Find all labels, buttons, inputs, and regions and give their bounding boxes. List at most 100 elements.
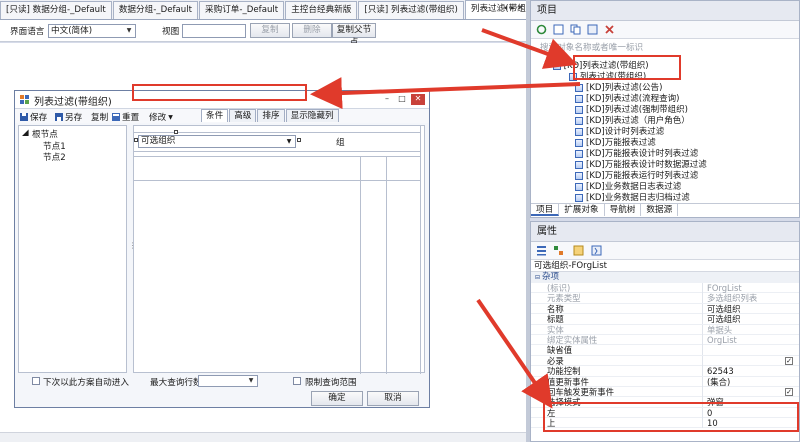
save-button[interactable]: 保存 [20,111,47,123]
properties-toolbar [531,242,799,260]
prop-name: 元素类型 [547,293,703,304]
reset-button[interactable]: 重置 [112,111,139,123]
new-item-icon[interactable] [553,24,564,35]
grid-line [134,180,420,181]
maximize-icon[interactable]: □ [396,94,408,105]
doc-tab[interactable]: [只读] 列表过滤(带组织) [358,1,464,19]
tab-extension-objects[interactable]: 扩展对象 [559,204,605,216]
surface-horizontal-scrollbar[interactable] [0,432,526,442]
tree-item-label: [KD]万能报表设计时列表过滤 [586,149,699,159]
prop-row[interactable]: 绑定实体属性 OrgList [531,334,799,346]
tree-item[interactable]: [KD]业务数据日志表过滤 [575,182,681,192]
language-label: 界面语言 [10,27,45,37]
prop-row[interactable]: 功能控制 62543 [531,366,799,377]
categorized-icon[interactable] [536,245,547,256]
prop-row[interactable]: 名称 可选组织 [531,303,799,315]
tree-item[interactable]: [KD]万能报表运行时列表过滤 [575,171,698,181]
prop-row[interactable]: 缺省值 [531,345,799,356]
property-pages-icon[interactable] [573,245,584,256]
max-rows-select[interactable]: ▼ [198,375,258,387]
events-icon[interactable] [591,245,602,256]
required-checkbox[interactable]: ✓ [785,356,793,365]
minimize-icon[interactable]: – [381,94,393,105]
resize-handle[interactable] [134,138,138,142]
tree-item[interactable]: [KD]万能报表设计时数据源过滤 [575,160,707,170]
tree-item[interactable]: [KD]列表过滤(强制带组织) [575,105,688,115]
form-icon [575,106,583,114]
enter-trigger-checkbox[interactable]: ✓ [785,387,793,396]
org-list-combo[interactable]: 可选组织 ▼ [138,135,296,148]
doc-tab[interactable]: 采购订单-_Default [199,1,285,19]
tree-root-node[interactable]: 根节点 [32,128,58,140]
tab-data-source[interactable]: 数据源 [641,204,679,216]
view-input[interactable] [182,24,246,38]
tab-conditions[interactable]: 条件 [201,109,229,122]
tree-item[interactable]: [KD]设计时列表过滤 [575,127,664,137]
prop-row[interactable]: 实体 单据头 [531,324,799,335]
language-select[interactable]: 中文(简体) ▼ [48,24,136,38]
doc-tab[interactable]: 数据分组-_Default [112,1,198,19]
auto-enter-label: 下次以此方案自动进入 [43,378,129,388]
tree-expand-icon[interactable]: ◢ [22,128,29,138]
prop-row[interactable]: 值更新事件 (集合) [531,376,799,387]
tree-item[interactable]: [KD]万能报表过滤 [575,138,656,148]
tree-node[interactable]: 节点2 [43,151,66,163]
prop-value: 多选组织列表 [707,293,758,304]
copy-button[interactable]: 复制 [250,23,290,38]
prop-value: FOrgList [707,283,742,293]
tab-scroll-left-icon[interactable]: ◂ [503,3,507,12]
refresh-icon[interactable] [536,24,547,35]
tab-items[interactable]: 项目 [531,204,560,216]
delete-icon[interactable] [604,24,615,35]
prop-value: (集合) [707,376,731,387]
prop-row[interactable]: (标识) FOrgList [531,283,799,294]
prop-name: (标识) [547,283,703,293]
org-combo-side-label: 组 [336,138,345,148]
auto-enter-checkbox[interactable] [32,377,40,385]
ok-button[interactable]: 确定 [311,391,363,406]
copy-parent-node-button[interactable]: 复制父节点 [332,23,376,48]
tab-close-icon[interactable]: ✕ [517,3,524,12]
limit-scope-checkbox[interactable] [293,377,301,385]
selected-element-path: 可选组织-FOrgList [531,260,799,272]
tree-collapse-icon[interactable]: ◢ [545,61,550,71]
tab-navigation-tree[interactable]: 导航树 [605,204,642,216]
tab-scroll-right-icon[interactable]: ▸ [510,3,514,12]
prop-row[interactable]: 必录 ✓ [531,355,799,367]
form-toolbar: 保存 另存 复制 重置 修改 ▼ 条件 高级 排序 显示隐藏列 [15,109,429,123]
close-icon[interactable]: ✕ [411,94,425,105]
tree-item-label: [KD]设计时列表过滤 [586,127,665,137]
tab-controls: ◂ ▸ ✕ [503,3,524,12]
tree-item[interactable]: [KD]万能报表设计时列表过滤 [575,149,698,159]
save-label: 保存 [30,113,48,123]
tree-item[interactable]: [KD]列表过滤(公告) [575,83,662,93]
prop-row[interactable]: 元素类型 多选组织列表 [531,293,799,304]
doc-tab[interactable]: [只读] 数据分组-_Default [0,1,112,19]
grid-line [134,151,420,152]
items-panel-tabs: 项目 扩展对象 导航树 数据源 [531,203,799,216]
properties-icon[interactable] [587,24,598,35]
delete-button[interactable]: 删除 [292,23,332,38]
tab-advanced[interactable]: 高级 [229,109,257,122]
cancel-button[interactable]: 取消 [367,391,419,406]
tab-sort[interactable]: 排序 [257,109,285,122]
save-as-button[interactable]: 另存 [55,111,82,123]
prop-row[interactable]: 回车触发更新事件 ✓ [531,386,799,398]
tree-item[interactable]: [KD]列表过滤（用户角色） [575,116,690,126]
modify-dropdown[interactable]: 修改 ▼ [149,111,173,123]
form-icon [552,62,561,70]
prop-value: 可选组织 [707,314,741,325]
form-icon [575,117,583,125]
prop-row[interactable]: 标题 可选组织 [531,314,799,325]
tree-item[interactable]: [KD]业务数据日志归档过滤 [575,193,690,203]
language-value: 中文(简体) [51,26,93,36]
resize-handle[interactable] [174,130,178,134]
copy-tool-button[interactable]: 复制 [91,111,108,123]
category-misc[interactable]: ⊟ 杂项 [531,272,799,283]
doc-tab[interactable]: 主控台经典新版 [285,1,358,19]
tree-item[interactable]: [KD]列表过滤(流程查询) [575,94,679,104]
tab-show-hide-columns[interactable]: 显示隐藏列 [285,109,339,122]
resize-handle[interactable] [297,138,301,142]
copy-item-icon[interactable] [570,24,581,35]
sort-alphabetical-icon[interactable] [553,245,564,256]
